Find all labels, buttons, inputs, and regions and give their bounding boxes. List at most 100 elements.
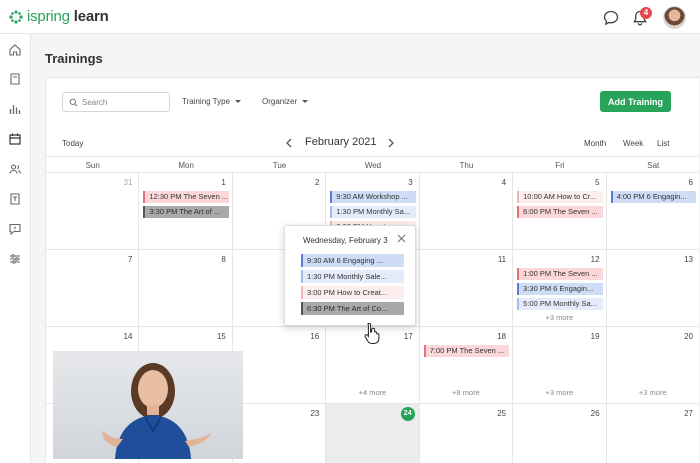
users-icon[interactable]: [8, 162, 22, 176]
chevron-right-icon[interactable]: [386, 137, 396, 149]
hand-cursor-icon: [364, 322, 380, 344]
search-box[interactable]: [62, 92, 170, 112]
day-number: 23: [310, 409, 320, 418]
calendar-day-cell[interactable]: 18 7:00 PM The Seven ... +8 more: [419, 327, 514, 404]
top-bar: ispring learn 4: [0, 0, 700, 34]
weekday-label: Sat: [647, 161, 660, 170]
home-icon[interactable]: [8, 43, 22, 57]
calendar-event[interactable]: 10:00 AM How to Cr...: [517, 191, 603, 203]
calendar-day-cell[interactable]: 20 +3 more: [606, 327, 699, 404]
more-events-link[interactable]: +3 more: [607, 388, 699, 397]
calendar-day-cell[interactable]: 12 1:00 PM The Seven ... 3:30 PM 6 Engagin…: [513, 250, 607, 327]
presenter-photo: [53, 351, 243, 459]
calendar-day-cell[interactable]: 31: [46, 173, 140, 250]
calendar-day-cell[interactable]: 19 +3 more: [513, 327, 607, 404]
today-date-badge: 24: [400, 407, 415, 421]
day-number: 16: [310, 332, 320, 341]
weekday-header: Sun Mon Tue Wed Thu Fri Sat: [46, 156, 699, 173]
training-type-filter[interactable]: Training Type: [182, 97, 242, 106]
page-title: Trainings: [45, 51, 103, 66]
training-type-label: Training Type: [182, 97, 231, 106]
day-events-popup: Wednesday, February 3 9:30 AM 6 Engaging…: [284, 225, 416, 326]
calendar-day-cell[interactable]: 1 12:30 PM The Seven ... 3:30 PM The Art o…: [139, 173, 233, 250]
view-month-button[interactable]: Month: [584, 139, 606, 148]
calendar-event[interactable]: 3:30 PM 6 Engagin...: [517, 283, 603, 295]
calendar-day-cell[interactable]: 7: [46, 250, 140, 327]
calendar-event[interactable]: 3:30 PM The Art of ...: [143, 206, 229, 218]
chat-icon[interactable]: [602, 9, 620, 27]
calendar-day-cell[interactable]: 16: [232, 327, 327, 404]
day-number: 5: [595, 178, 600, 187]
popup-event[interactable]: 3:00 PM How to Creat...: [301, 286, 404, 299]
view-week-button[interactable]: Week: [623, 139, 643, 148]
user-avatar[interactable]: [663, 6, 686, 29]
calendar-icon[interactable]: [8, 132, 22, 146]
month-title: February 2021: [305, 136, 377, 148]
day-number: 31: [123, 178, 133, 187]
more-events-link[interactable]: +8 more: [420, 388, 512, 397]
calendar-day-cell[interactable]: 6 4:00 PM 6 Engagin...: [606, 173, 699, 250]
calendar-event[interactable]: 5:00 PM Monthly Sa...: [517, 298, 603, 310]
app-logo[interactable]: ispring learn: [9, 8, 109, 25]
search-icon: [69, 98, 78, 106]
calendar-day-cell[interactable]: 8: [139, 250, 233, 327]
more-events-link[interactable]: +3 more: [513, 388, 605, 397]
calendar-day-cell[interactable]: 4: [419, 173, 514, 250]
today-button[interactable]: Today: [62, 139, 83, 148]
organizer-filter[interactable]: Organizer: [262, 97, 309, 106]
calendar-day-cell[interactable]: 13: [606, 250, 699, 327]
popup-event[interactable]: 9:30 AM 6 Engaging ...: [301, 254, 404, 267]
reports-icon[interactable]: [8, 102, 22, 116]
calendar-day-cell[interactable]: 24: [326, 404, 420, 463]
view-list-button[interactable]: List: [657, 139, 669, 148]
day-number: 13: [684, 255, 693, 264]
day-number: 27: [684, 409, 693, 418]
weekday-label: Mon: [178, 161, 194, 170]
calendar-event[interactable]: 7:00 PM The Seven ...: [423, 345, 510, 357]
book-icon[interactable]: [8, 72, 22, 86]
calendar-event[interactable]: 1:30 PM Monthly Sa...: [330, 206, 416, 218]
weekday-label: Wed: [364, 161, 382, 170]
day-number: 12: [590, 255, 600, 264]
chevron-down-icon: [235, 100, 242, 103]
calendar-day-cell[interactable]: 27: [606, 404, 699, 463]
day-number: 1: [221, 178, 226, 187]
calendar-event[interactable]: 1:00 PM The Seven ...: [517, 268, 603, 280]
day-number: 25: [497, 409, 507, 418]
calendar-day-cell[interactable]: 26: [513, 404, 607, 463]
more-events-link[interactable]: +4 more: [326, 388, 418, 397]
day-number: 2: [314, 178, 320, 187]
day-number: 6: [688, 178, 693, 187]
more-events-link[interactable]: +3 more: [513, 313, 605, 322]
organizer-label: Organizer: [262, 97, 298, 106]
calendar-event[interactable]: 6:00 PM The Seven ...: [517, 206, 603, 218]
weekday-label: Tue: [272, 161, 287, 170]
day-number: 8: [221, 255, 226, 264]
close-icon[interactable]: [397, 234, 406, 243]
calendar-event[interactable]: 9:30 AM Workshop ...: [330, 191, 416, 203]
day-number: 3: [408, 178, 413, 187]
document-icon[interactable]: [8, 192, 22, 206]
message-icon[interactable]: [8, 222, 22, 236]
popup-title: Wednesday, February 3: [303, 236, 388, 245]
notification-badge: 4: [640, 7, 652, 19]
weekday-label: Thu: [459, 161, 474, 170]
person-image-icon: [102, 363, 211, 459]
day-number: 17: [403, 332, 413, 341]
logo-text: ispring learn: [27, 8, 109, 25]
popup-event[interactable]: 6:30 PM The Art of Co...: [301, 302, 404, 315]
calendar-event[interactable]: 4:00 PM 6 Engagin...: [610, 191, 696, 203]
search-input[interactable]: [82, 97, 162, 107]
calendar-day-cell[interactable]: 11: [419, 250, 514, 327]
calendar-day-cell[interactable]: 23: [232, 404, 327, 463]
day-number: 20: [684, 332, 693, 341]
calendar-day-cell[interactable]: 25: [419, 404, 514, 463]
sidebar: [0, 34, 31, 463]
weekday-label: Fri: [555, 161, 565, 170]
settings-sliders-icon[interactable]: [8, 252, 22, 266]
popup-event[interactable]: 1:30 PM Monthly Sale...: [301, 270, 404, 283]
add-training-button[interactable]: Add Training: [600, 91, 671, 112]
calendar-day-cell[interactable]: 5 10:00 AM How to Cr... 6:00 PM The Seven …: [513, 173, 607, 250]
chevron-left-icon[interactable]: [284, 137, 294, 149]
calendar-event[interactable]: 12:30 PM The Seven ...: [143, 191, 229, 203]
